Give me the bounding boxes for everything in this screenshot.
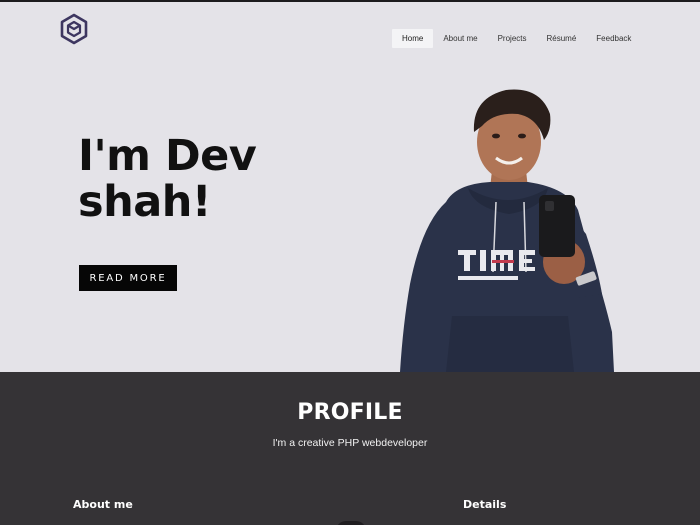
hexagon-cube-logo-icon[interactable] [59, 13, 89, 45]
nav-home[interactable]: Home [392, 29, 434, 48]
hero-title-line-2: shah! [78, 177, 211, 227]
profile-title: PROFILE [297, 400, 403, 425]
read-more-button[interactable]: READ MORE [79, 265, 177, 291]
nav-resume[interactable]: Résumé [537, 29, 587, 48]
details-heading: Details [463, 498, 507, 511]
nav-projects[interactable]: Projects [488, 29, 537, 48]
hero-title-line-1: I'm Dev [78, 131, 257, 181]
hero-title: I'm Dev shah! [78, 133, 338, 225]
page: Home About me Projects Résumé Feedback I… [0, 0, 700, 525]
nav-about-me[interactable]: About me [433, 29, 487, 48]
profile-subtitle: I'm a creative PHP webdeveloper [272, 437, 428, 449]
main-nav: Home About me Projects Résumé Feedback [392, 29, 641, 48]
about-me-heading: About me [73, 498, 133, 511]
profile-portrait-image [400, 89, 614, 372]
nav-feedback[interactable]: Feedback [586, 29, 641, 48]
